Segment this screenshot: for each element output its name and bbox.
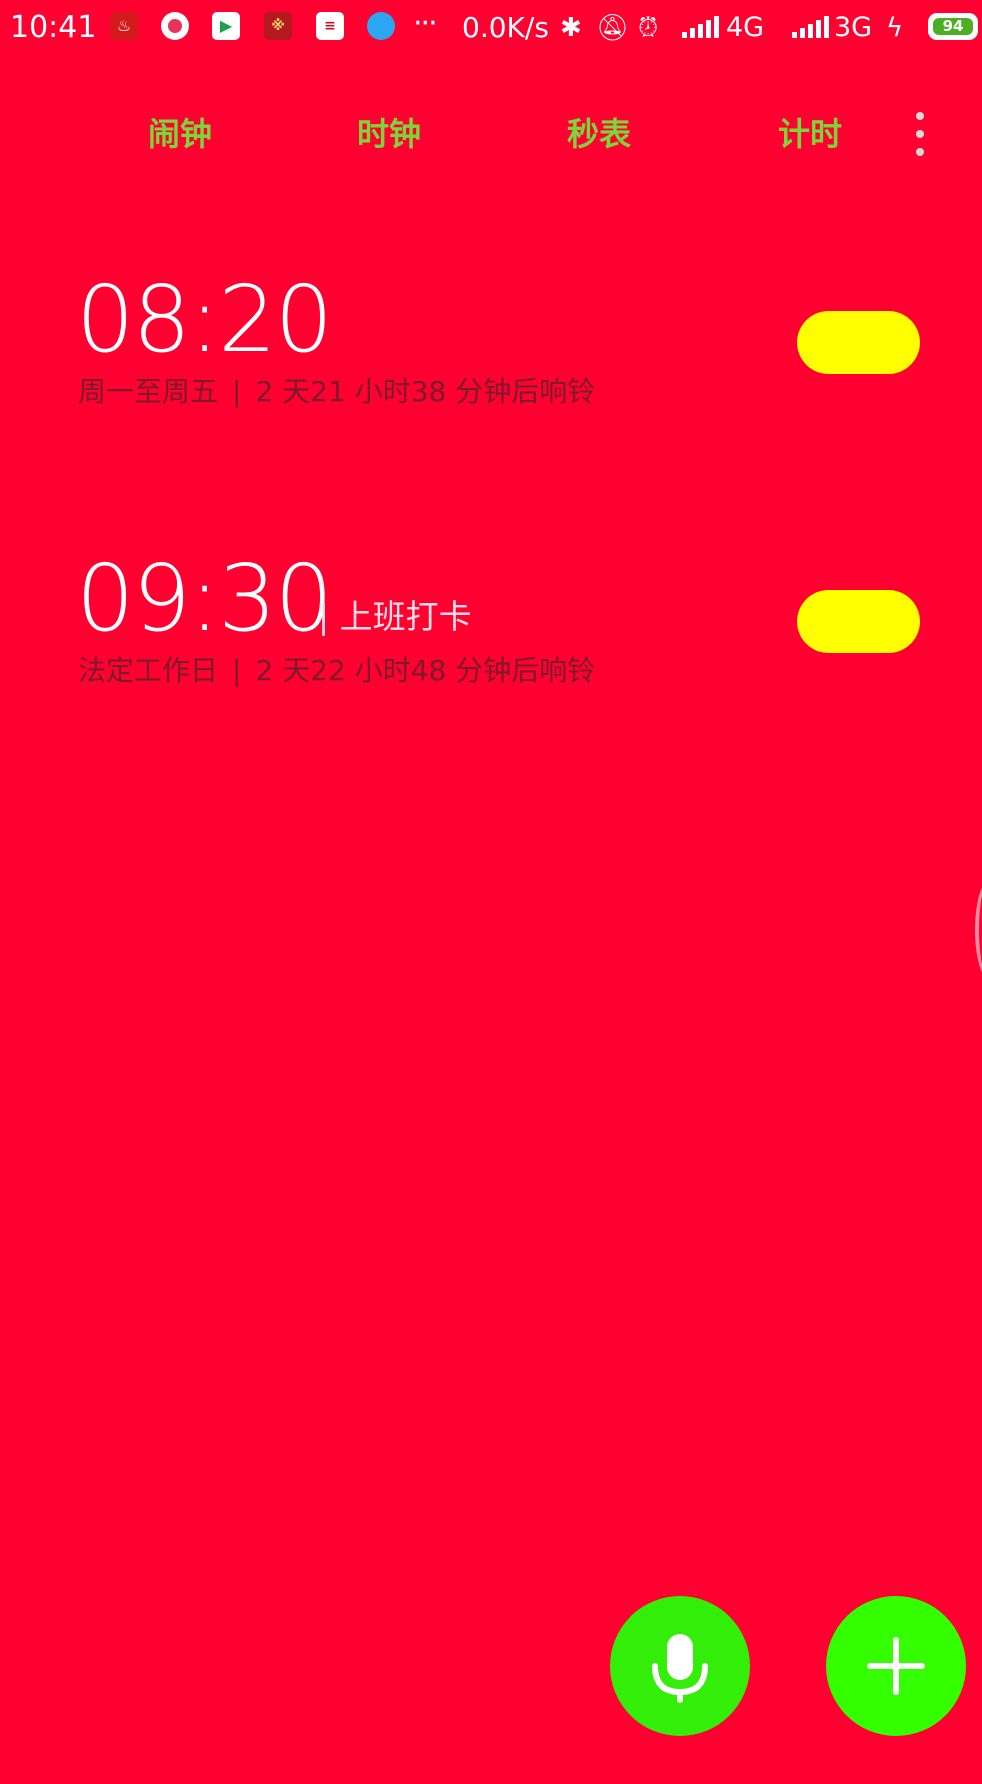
more-notifications-icon: ··· [413, 6, 438, 41]
bluetooth-icon: ✱ [560, 13, 582, 43]
battery-level: 94 [933, 18, 973, 35]
plus-icon [867, 1637, 925, 1695]
alarm-item[interactable]: 09:30 | 上班打卡 法定工作日 | 2 天22 小时48 分钟后响铃 [0, 549, 982, 719]
alarm-time: 09:30 [76, 545, 333, 652]
alarm-repeat: 法定工作日 [78, 654, 219, 687]
tab-alarm[interactable]: 闹钟 [148, 110, 212, 158]
alarm-toggle[interactable] [797, 311, 920, 374]
tab-clock[interactable]: 时钟 [357, 110, 421, 158]
circle-app-icon [161, 12, 189, 40]
alarm-details: 法定工作日 | 2 天22 小时48 分钟后响铃 [78, 653, 595, 689]
alarm-details: 周一至周五 | 2 天21 小时38 分钟后响铃 [78, 374, 595, 410]
tab-stopwatch[interactable]: 秒表 [567, 110, 631, 158]
alarm-separator: | [232, 375, 242, 408]
alarm-countdown: 2 天21 小时38 分钟后响铃 [255, 375, 596, 408]
tab-bar: 闹钟 时钟 秒表 计时 [0, 100, 982, 170]
network-speed: 0.0K/s [462, 11, 549, 44]
network-type-1: 4G [726, 12, 765, 43]
edge-handle[interactable] [975, 880, 982, 980]
add-alarm-button[interactable] [826, 1596, 966, 1736]
alarm-repeat: 周一至周五 [78, 375, 219, 408]
signal-icon [792, 14, 830, 38]
alarm-label: | 上班打卡 [318, 597, 472, 636]
video-app-icon: ▶ [212, 12, 240, 40]
overflow-menu-icon[interactable] [908, 110, 932, 158]
alarm-item[interactable]: 08:20 周一至周五 | 2 天21 小时38 分钟后响铃 [0, 270, 982, 440]
alarm-clock-icon: ⏰︎ [638, 13, 659, 43]
charging-icon: ϟ [886, 13, 904, 43]
news-app-icon: ※ [264, 12, 292, 40]
calendar-app-icon: ≡ [316, 12, 344, 40]
network-type-2: 3G [834, 12, 873, 43]
alarm-countdown: 2 天22 小时48 分钟后响铃 [255, 654, 596, 687]
alarm-separator: | [232, 654, 242, 687]
fire-app-icon: ♨ [110, 12, 138, 40]
microphone-icon [652, 1634, 708, 1703]
battery-icon: 94 [928, 13, 978, 40]
tab-timer[interactable]: 计时 [778, 110, 842, 158]
voice-alarm-button[interactable] [610, 1596, 750, 1736]
signal-icon [682, 14, 720, 38]
status-time: 10:41 [10, 10, 97, 45]
browser-app-icon [367, 12, 395, 40]
status-bar: 10:41 ♨ ▶ ※ ≡ ··· 0.0K/s ✱ 🔕︎ ⏰︎ 4G 3G ϟ… [0, 0, 982, 56]
alarm-time: 08:20 [76, 266, 333, 373]
alarm-toggle[interactable] [797, 590, 920, 653]
muted-bell-icon: 🔕︎ [596, 13, 630, 43]
